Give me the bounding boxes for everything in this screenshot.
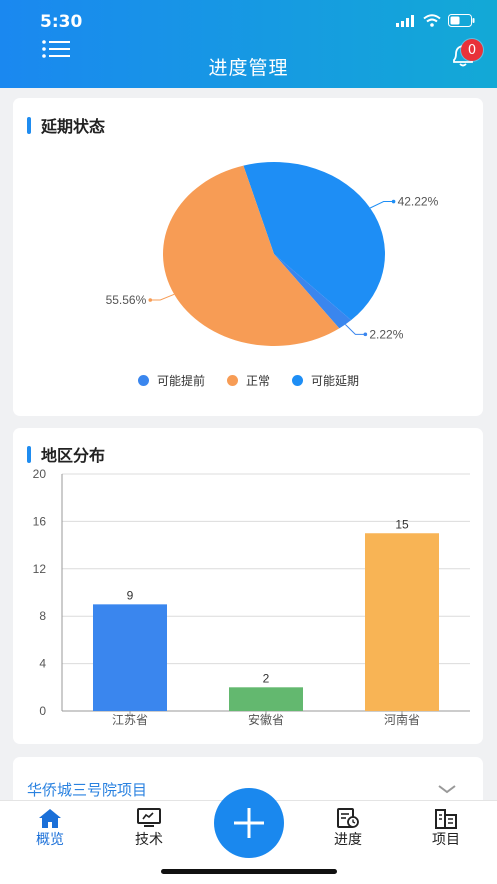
monitor-icon bbox=[137, 808, 161, 827]
legend-item[interactable]: 正常 bbox=[226, 372, 270, 389]
y-tick-label: 20 bbox=[33, 467, 47, 481]
tab-label: 概览 bbox=[36, 832, 64, 848]
pie-label-dot bbox=[363, 332, 368, 337]
bar bbox=[229, 687, 303, 711]
pie-label-line bbox=[150, 293, 175, 301]
y-tick-label: 16 bbox=[33, 514, 47, 528]
bar bbox=[365, 533, 439, 711]
y-tick-label: 0 bbox=[39, 704, 46, 718]
pie-label: 42.22% bbox=[398, 195, 439, 209]
tab-label: 技术 bbox=[135, 832, 163, 848]
pie-legend: 可能提前 正常 可能延期 bbox=[0, 372, 497, 389]
bar-value-label: 2 bbox=[263, 671, 270, 685]
pie-label-dot bbox=[391, 199, 396, 204]
pie-label-dot bbox=[148, 298, 153, 302]
legend-dot bbox=[292, 375, 303, 386]
bar-value-label: 9 bbox=[127, 588, 134, 602]
tab-label: 进度 bbox=[334, 832, 362, 848]
pie-label: 55.56% bbox=[106, 293, 147, 307]
tab-label: 项目 bbox=[432, 832, 460, 848]
x-tick-label: 安徽省 bbox=[248, 712, 284, 727]
add-button[interactable] bbox=[214, 788, 284, 858]
x-tick-label: 河南省 bbox=[384, 712, 420, 727]
home-icon bbox=[39, 809, 61, 828]
chevron-down-icon[interactable] bbox=[437, 784, 457, 794]
pie-label-line bbox=[369, 201, 394, 209]
home-indicator bbox=[161, 869, 337, 874]
x-tick-label: 江苏省 bbox=[112, 713, 148, 727]
building-icon bbox=[435, 809, 457, 829]
project-name: 华侨城三号院项目 bbox=[27, 781, 148, 799]
bar bbox=[93, 604, 167, 711]
legend-item[interactable]: 可能延期 bbox=[292, 372, 359, 389]
pie-label-line bbox=[345, 324, 366, 335]
bar-value-label: 15 bbox=[395, 517, 409, 531]
y-tick-label: 12 bbox=[33, 562, 47, 576]
schedule-icon bbox=[337, 808, 359, 828]
plus-icon bbox=[234, 808, 264, 838]
pie-chart: 42.22% 2.22% 55.56% bbox=[106, 161, 439, 346]
y-tick-label: 4 bbox=[39, 657, 46, 671]
y-tick-label: 8 bbox=[39, 609, 46, 623]
legend-label: 可能延期 bbox=[311, 374, 360, 388]
bar-chart: 0 4 8 12 16 20 9 江苏省 2 安徽省 15 河南省 bbox=[33, 467, 470, 727]
legend-dot bbox=[226, 375, 238, 386]
legend-label: 可能提前 bbox=[156, 374, 205, 388]
pie-label: 2.22% bbox=[369, 327, 403, 341]
legend-item[interactable]: 可能提前 bbox=[137, 372, 205, 389]
legend-dot bbox=[137, 375, 149, 386]
legend-label: 正常 bbox=[245, 374, 270, 388]
